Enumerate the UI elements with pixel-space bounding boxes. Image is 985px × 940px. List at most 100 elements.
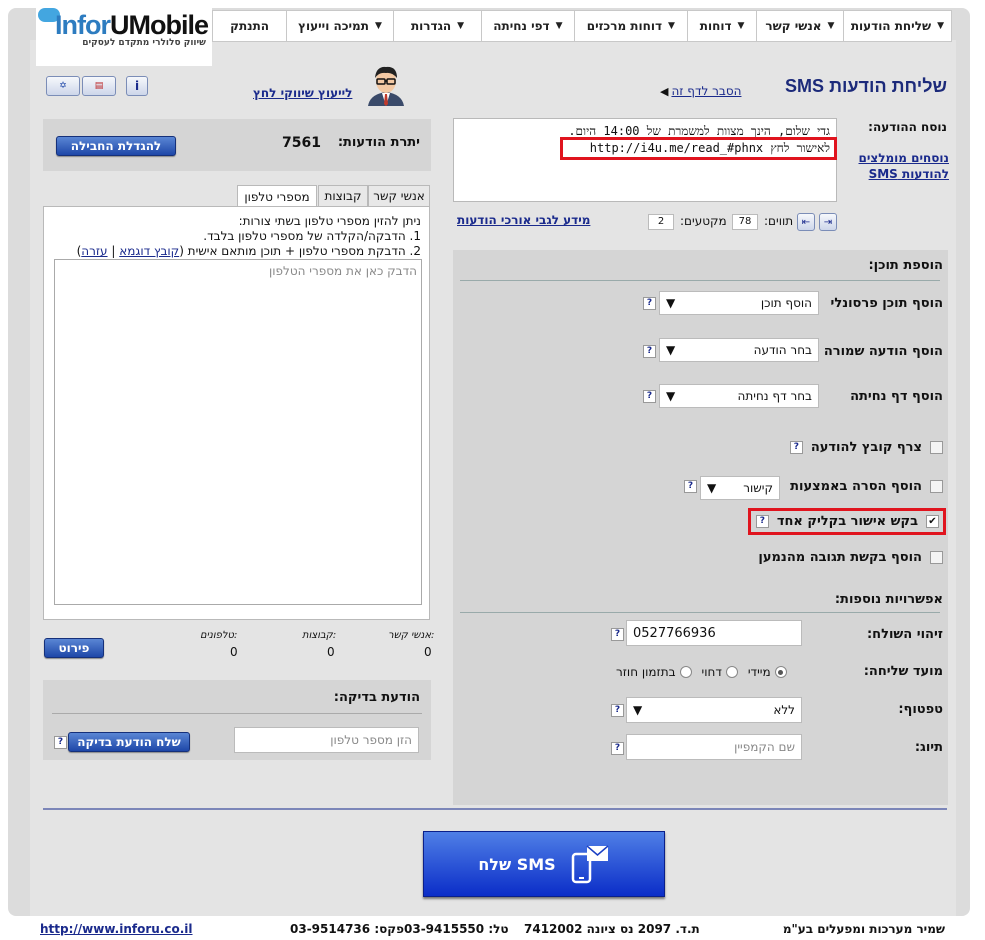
direction-rtl-button[interactable]: ⇤ [797,213,815,231]
israel-flag-icon: ✡ [59,81,67,91]
info-button[interactable]: i [126,76,148,96]
reply-request-checkbox[interactable] [930,551,943,564]
chars-label: תווים: [764,214,794,228]
drip-label: טפטוף: [898,702,943,717]
drip-select[interactable]: ללא ▼ [626,697,802,723]
radio-now-label: מיידי [747,665,771,679]
campaign-tag-input[interactable]: שם הקמפיין [626,734,802,760]
info-icon: i [134,79,140,93]
help-icon[interactable]: ? [611,742,624,755]
reply-request-row: הוסף בקשת תגובה מהנמען [758,550,943,565]
landing-page-select[interactable]: בחר דף נחיתה ▼ [659,384,819,408]
chevron-down-icon: ▼ [666,389,676,403]
footer: שמיר מערכות ומפעלים בע"מ ת.ד. 2097 נס צי… [0,918,985,940]
test-phone-input[interactable]: הזן מספר טלפון [234,727,419,753]
direction-ltr-button[interactable]: ⇥ [819,213,837,231]
logo[interactable]: InforUMobile שיווק סלולרי מתקדם לעסקים [36,8,212,66]
instruction-line-3: 2. הדבקת מספרי טלפון + תוכן מותאם אישית … [76,244,421,258]
help-icon[interactable]: ? [684,480,697,493]
nav-logout[interactable]: התנתק [213,11,286,41]
content-section-title: הוספת תוכן: [868,258,943,273]
nav-reports[interactable]: דוחות ▼ [687,11,756,41]
chevron-down-icon: ▼ [937,21,944,31]
help-icon[interactable]: ? [643,345,656,358]
us-flag-icon: ▤ [94,81,104,91]
saved-message-select[interactable]: בחר הודעה ▼ [659,338,819,362]
radio-delayed[interactable] [725,666,738,678]
nav-support[interactable]: תמיכה וייעוץ ▼ [286,11,393,41]
attach-file-row: ? צרף קובץ להודעה [789,440,943,455]
test-divider [52,713,422,714]
phone-numbers-textarea[interactable]: הדבק כאן את מספרי הטלפון [54,259,422,605]
templates-link-wrap: נוסחים מומלצים להודעות SMS [857,150,950,182]
consult-link-wrap: לייעוץ שיווקי לחץ [253,86,352,100]
help-icon[interactable]: ? [54,736,67,749]
remove-option-checkbox[interactable] [930,480,943,493]
chevron-down-icon: ▼ [666,343,676,357]
long-message-info-link[interactable]: מידע לגבי אורכי הודעות [457,213,590,227]
help-icon[interactable]: ? [789,441,803,454]
logo-text: InforUMobile [55,10,209,40]
send-time-label: מועד שליחה: [863,664,943,679]
personal-content-select[interactable]: הוסף תוכן ▼ [659,291,819,315]
radio-recurring[interactable] [679,666,692,678]
upgrade-package-button[interactable]: להגדלת החבילה [56,136,176,156]
radio-now[interactable] [774,666,787,678]
tab-contacts[interactable]: אנשי קשר [368,185,430,206]
chevron-down-icon: ▼ [668,21,675,31]
consultant-avatar [362,64,410,106]
saved-message-label: הוסף הודעה שמורה [823,344,943,359]
explain-page-link[interactable]: הסבר לדף זה [671,84,741,98]
send-sms-button[interactable]: שלח SMS [423,831,665,897]
extra-section-title: אפשרויות נוספות: [834,592,943,607]
help-icon[interactable]: ? [611,628,624,641]
recommended-templates-link[interactable]: נוסחים מומלצים להודעות SMS [859,151,950,181]
us-flag-button[interactable]: ▤ [82,76,116,96]
count-groups-value: 0 [327,645,335,659]
page-title: שליחת הודעות SMS [785,76,947,96]
send-test-button[interactable]: שלח הודעת בדיקה [68,732,190,752]
message-textarea[interactable]: גדי שלום, הינך מצוות למשמרת של 14:00 היו… [453,118,837,202]
help-icon[interactable]: ? [611,704,624,717]
segments-value: 2 [648,214,674,230]
israel-flag-button[interactable]: ✡ [46,76,80,96]
attach-file-checkbox[interactable] [930,441,943,454]
nav-contacts[interactable]: אנשי קשר ▼ [756,11,843,41]
count-contacts-label: אנשי קשר: [388,630,435,641]
tab-groups[interactable]: קבוצות [318,185,368,206]
help-link[interactable]: עזרה [81,244,107,258]
test-message-title: הודעת בדיקה: [333,690,420,705]
send-sms-label: שלח SMS [478,854,556,874]
align-right-icon: ⇤ [801,216,811,228]
sample-file-link[interactable]: קובץ דוגמא [119,244,179,258]
content-divider [460,280,940,281]
count-phones-label: טלפונים: [200,630,238,641]
landing-page-label: הוסף דף נחיתה [850,389,943,404]
chevron-down-icon: ▼ [555,21,563,31]
chevron-down-icon: ▼ [707,481,717,495]
help-icon[interactable]: ? [643,297,656,310]
long-message-info-wrap: מידע לגבי אורכי הודעות [457,213,590,227]
chevron-down-icon: ▼ [457,21,465,31]
chevron-down-icon: ▼ [374,21,382,31]
nav-settings[interactable]: הגדרות ▼ [392,11,482,41]
chevron-down-icon: ▼ [633,703,643,717]
details-button[interactable]: פירוט [44,638,104,658]
bottom-divider [43,808,947,810]
phone-envelope-icon [571,845,609,884]
marketing-consult-link[interactable]: לייעוץ שיווקי לחץ [253,86,352,100]
nav-summary-reports[interactable]: דוחות מרכזים ▼ [573,11,688,41]
speaker-icon: ◀ [660,84,669,98]
help-icon[interactable]: ? [643,390,656,403]
remove-method-select[interactable]: קישור ▼ [700,476,780,500]
sender-id-input[interactable]: 0527766936 [626,620,802,646]
nav-send-messages[interactable]: שליחת הודעות ▼ [842,11,951,41]
footer-website-link[interactable]: http://www.inforu.co.il [40,922,193,936]
link-highlight-box [560,137,837,160]
nav-landing-pages[interactable]: דפי נחיתה ▼ [481,11,573,41]
footer-company: שמיר מערכות ומפעלים בע"מ [782,922,945,936]
message-label: נוסח ההודעה: [868,120,947,134]
balance-label: יתרת הודעות: [337,135,420,150]
logo-tagline: שיווק סלולרי מתקדם לעסקים [82,38,206,48]
tab-phone-numbers[interactable]: מספרי טלפון [237,185,317,207]
